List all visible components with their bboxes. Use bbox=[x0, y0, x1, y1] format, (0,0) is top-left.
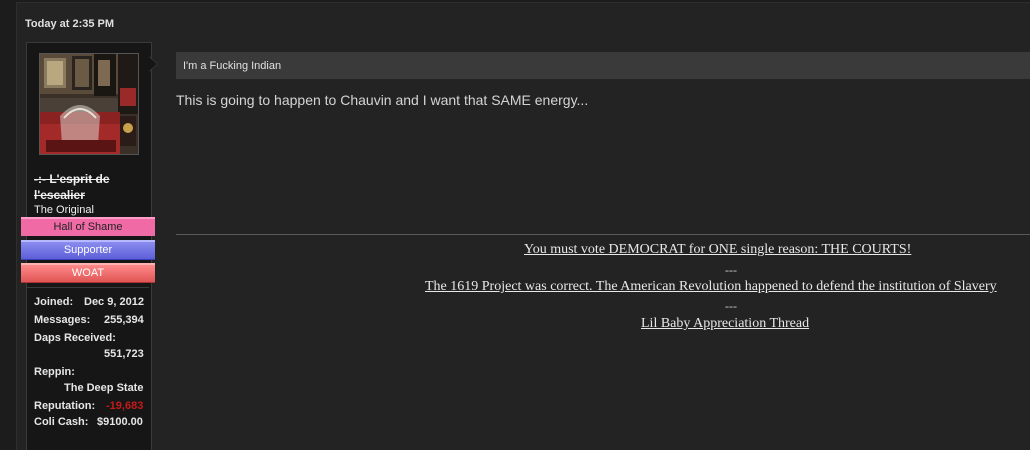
username[interactable]: -:- L'esprit de l'escalier bbox=[34, 171, 146, 203]
user-panel-pointer-inner bbox=[149, 57, 157, 71]
joined-label: Joined: bbox=[34, 296, 74, 308]
username-line-2: l'escalier bbox=[34, 188, 85, 202]
coli-cash-label: Coli Cash: bbox=[34, 416, 89, 428]
hall-of-shame-banner: Hall of Shame bbox=[21, 217, 155, 236]
avatar-image bbox=[40, 54, 138, 154]
signature-link-lil-baby[interactable]: Lil Baby Appreciation Thread bbox=[641, 316, 809, 332]
reputation-label: Reputation: bbox=[34, 400, 96, 412]
signature-dash-1: --- bbox=[725, 263, 737, 277]
thread-title-bar bbox=[176, 52, 1030, 79]
reputation-value: -19,683 bbox=[106, 400, 144, 412]
post-message: This is going to happen to Chauvin and I… bbox=[176, 92, 589, 108]
signature-dash-2: --- bbox=[725, 299, 737, 313]
stats-divider bbox=[27, 287, 149, 288]
username-line-1: -:- L'esprit de bbox=[34, 172, 110, 186]
signature-divider bbox=[176, 234, 1030, 235]
supporter-banner: Supporter bbox=[21, 240, 155, 260]
joined-value: Dec 9, 2012 bbox=[84, 296, 144, 308]
user-title: The Original bbox=[34, 204, 94, 216]
thread-title[interactable]: I'm a Fucking Indian bbox=[183, 60, 281, 72]
reppin-value: The Deep State bbox=[64, 382, 144, 394]
post-timestamp[interactable]: Today at 2:35 PM bbox=[25, 18, 114, 30]
daps-value: 551,723 bbox=[104, 348, 144, 360]
signature-link-1619[interactable]: The 1619 Project was correct. The Americ… bbox=[425, 279, 997, 295]
signature-link-courts[interactable]: You must vote DEMOCRAT for ONE single re… bbox=[524, 242, 911, 258]
reppin-label: Reppin: bbox=[34, 366, 75, 378]
messages-label: Messages: bbox=[34, 314, 91, 326]
daps-label: Daps Received: bbox=[34, 332, 116, 344]
avatar[interactable] bbox=[39, 53, 139, 155]
messages-value[interactable]: 255,394 bbox=[104, 314, 144, 326]
woat-banner: WOAT bbox=[21, 263, 155, 283]
forum-page: Today at 2:35 PM -:- L'esprit de l'escal… bbox=[0, 0, 1030, 450]
coli-cash-value: $9100.00 bbox=[97, 416, 143, 428]
